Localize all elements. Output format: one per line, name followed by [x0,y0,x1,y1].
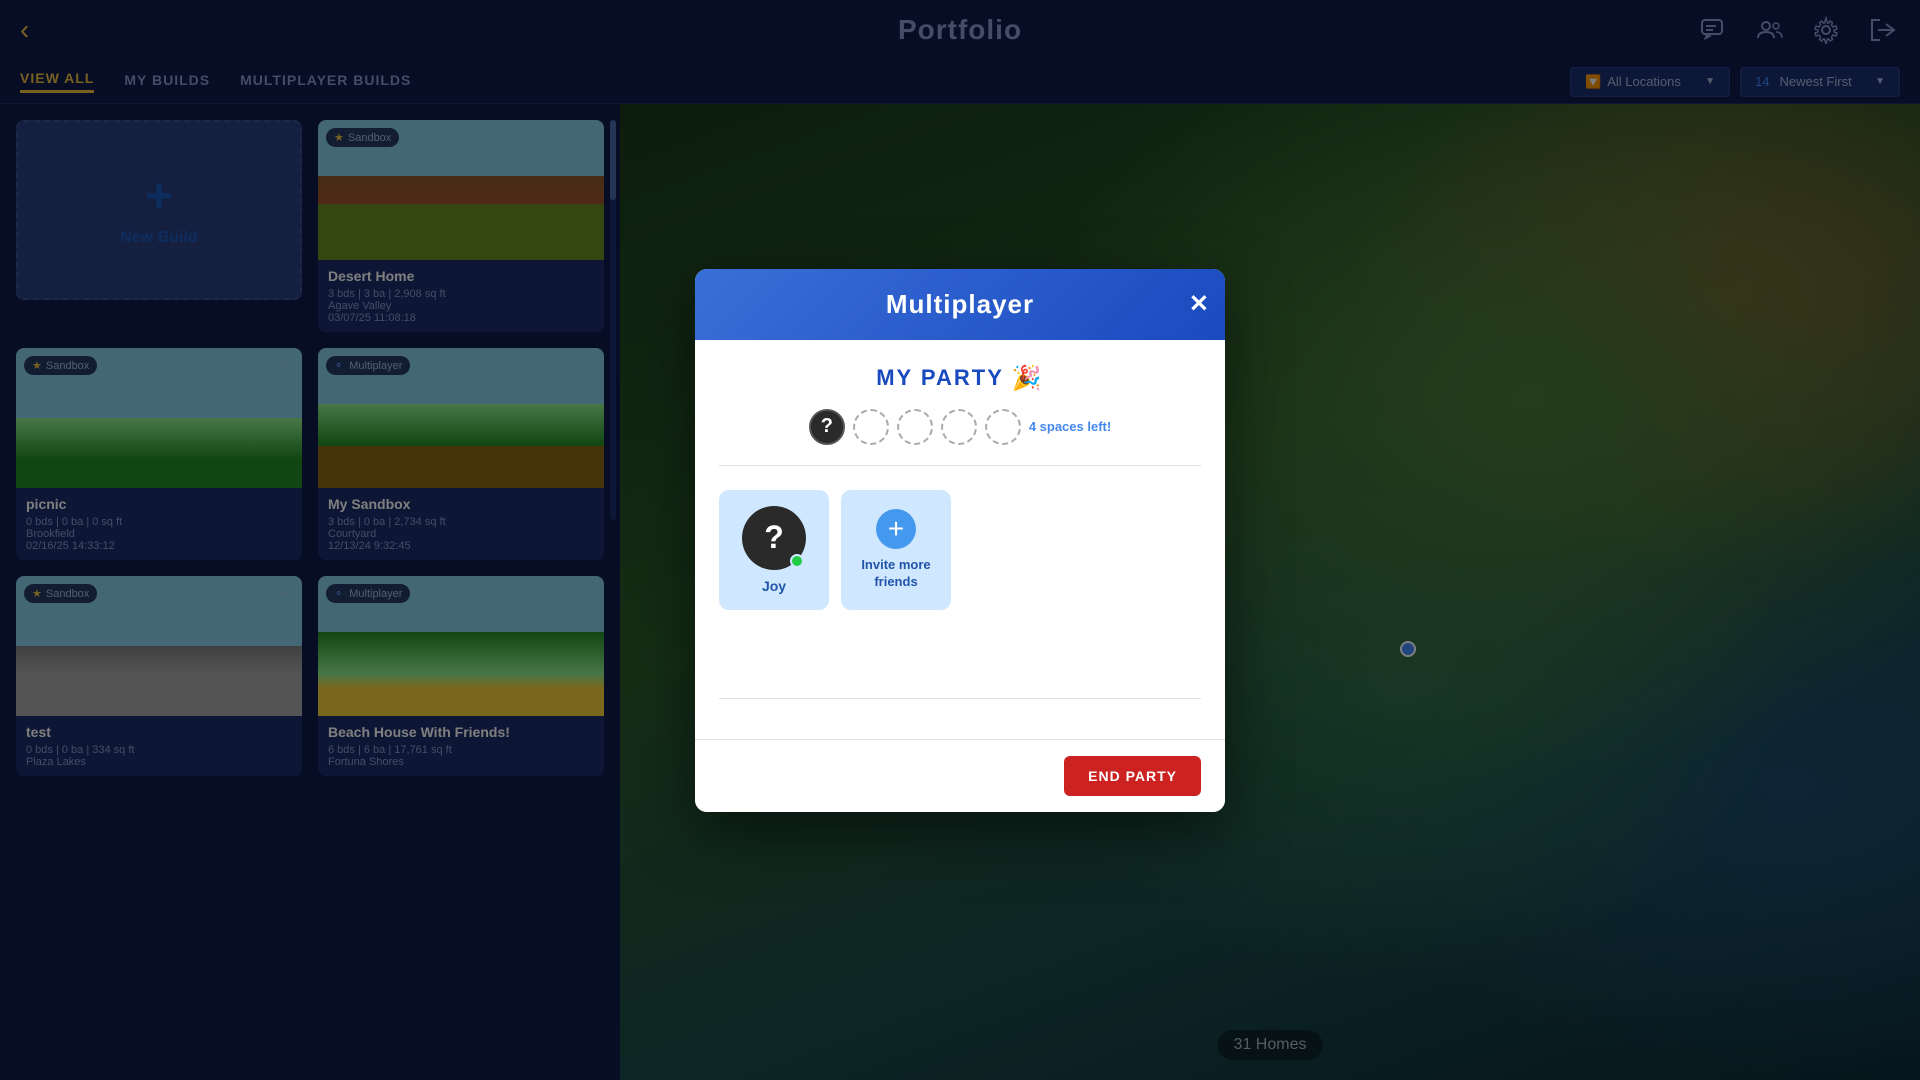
modal-divider-bottom [719,698,1201,699]
invite-text: Invite more friends [857,557,935,591]
modal-title: Multiplayer [886,289,1034,320]
party-section: MY PARTY 🎉 ? 4 spaces left! [719,364,1201,445]
joy-avatar: ? [742,506,806,570]
member-card-joy[interactable]: ? Joy [719,490,829,610]
modal-body: MY PARTY 🎉 ? 4 spaces left! [695,340,1225,739]
party-members: ? Joy + Invite more friends [719,482,1201,618]
modal-header: Multiplayer ✕ [695,269,1225,340]
modal-overlay: Multiplayer ✕ MY PARTY 🎉 ? 4 spaces left… [0,0,1920,1080]
multiplayer-modal: Multiplayer ✕ MY PARTY 🎉 ? 4 spaces left… [695,269,1225,812]
party-spaces-left: 4 spaces left! [1029,419,1111,434]
party-avatar-empty-2 [897,409,933,445]
party-emoji: 🎉 [1012,364,1044,393]
joy-name: Joy [762,578,786,594]
modal-close-button[interactable]: ✕ [1189,290,1209,319]
joy-online-indicator [790,554,804,568]
modal-footer: END PARTY [695,739,1225,812]
party-avatar-empty-3 [941,409,977,445]
end-party-button[interactable]: END PARTY [1064,756,1201,796]
party-avatars: ? 4 spaces left! [719,409,1201,445]
modal-divider-top [719,465,1201,466]
party-label: MY PARTY 🎉 [719,364,1201,393]
party-avatar-empty-1 [853,409,889,445]
party-avatar-filled: ? [809,409,845,445]
invite-friends-card[interactable]: + Invite more friends [841,490,951,610]
invite-plus-icon: + [876,509,916,549]
party-avatar-empty-4 [985,409,1021,445]
